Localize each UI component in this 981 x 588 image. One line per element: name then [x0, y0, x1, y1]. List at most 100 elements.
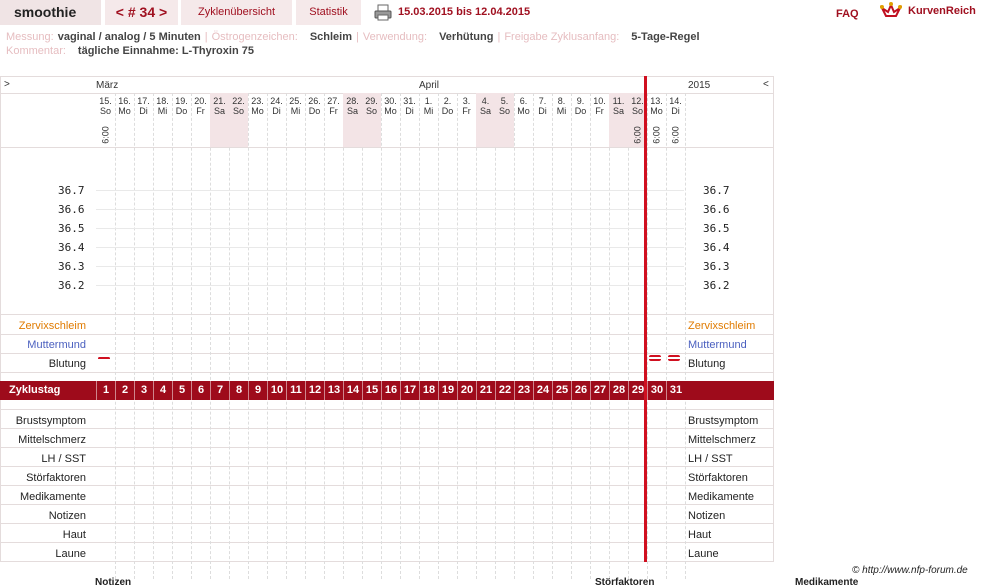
day-weekday: Sa	[213, 106, 225, 116]
month-april: April	[419, 80, 440, 91]
day-number: 20.	[194, 96, 207, 106]
symptom-row-label-right: Brustsymptom	[688, 415, 759, 427]
day-header: 23. Mo	[248, 96, 267, 116]
freigabe-value: 5-Tage-Regel	[631, 31, 700, 43]
crown-icon	[880, 2, 902, 17]
day-header: 19. Do	[172, 96, 191, 116]
temp-gridline	[96, 285, 684, 286]
day-header: 17. Di	[134, 96, 153, 116]
day-weekday: Fr	[462, 106, 471, 116]
faq-link[interactable]: FAQ	[836, 8, 859, 20]
symptom-row-label: LH / SST	[41, 453, 86, 465]
cycle-day-number: 15	[362, 381, 381, 400]
measure-time: 6:00	[632, 126, 643, 144]
day-header: 31. Di	[400, 96, 419, 116]
cycle-day-number: 11	[286, 381, 305, 400]
day-weekday: So	[365, 106, 377, 116]
bleeding-mark[interactable]	[668, 355, 680, 361]
temp-gridline	[96, 190, 684, 191]
temp-label: 36.2	[58, 279, 85, 292]
day-weekday: Sa	[346, 106, 358, 116]
cycle-day-number: 26	[571, 381, 590, 400]
day-gridline	[628, 93, 629, 579]
row-label-zervixschleim-right: Zervixschleim	[688, 320, 756, 332]
day-weekday: Mo	[384, 106, 397, 116]
day-header: 27. Fr	[324, 96, 343, 116]
date-range: 15.03.2015 bis 12.04.2015	[398, 6, 531, 18]
day-header: 22. So	[229, 96, 248, 116]
day-number: 24.	[270, 96, 283, 106]
day-number: 7.	[538, 96, 547, 106]
meta-line-2: Kommentar: tägliche Einnahme: L-Thyroxin …	[6, 45, 254, 57]
cycle-day-number: 1	[96, 381, 115, 400]
day-gridline	[115, 93, 116, 579]
day-weekday: Di	[405, 106, 414, 116]
oestrogen-key: Östrogenzeichen:	[211, 31, 298, 43]
day-gridline	[248, 93, 249, 579]
day-gridline	[495, 93, 496, 579]
day-gridline	[343, 93, 344, 579]
bleeding-mark[interactable]	[98, 357, 110, 360]
tab-statistik[interactable]: Statistik	[296, 0, 361, 25]
brand-logo[interactable]: KurvenReich	[908, 5, 976, 17]
day-header: 29. So	[362, 96, 381, 116]
day-gridline	[362, 93, 363, 579]
day-weekday: Mi	[423, 106, 434, 116]
cycle-day-number: 31	[666, 381, 685, 400]
cycle-day-number: 27	[590, 381, 609, 400]
symptom-row-label: Medikamente	[19, 491, 86, 503]
day-number: 21.	[213, 96, 226, 106]
month-maerz: März	[96, 80, 119, 91]
bleeding-mark[interactable]	[649, 355, 661, 361]
day-header: 5. So	[495, 96, 514, 116]
cycle-navigator[interactable]: < # 34 >	[105, 0, 178, 25]
cycle-day-number: 2	[115, 381, 134, 400]
day-number: 6.	[519, 96, 528, 106]
day-number: 23.	[251, 96, 264, 106]
symptom-row-label: Brustsymptom	[15, 415, 86, 427]
day-weekday: Mi	[290, 106, 301, 116]
cycle-day-number: 12	[305, 381, 324, 400]
print-icon[interactable]	[374, 4, 392, 21]
temp-label-right: 36.3	[703, 260, 730, 273]
tab-zyklenuebersicht[interactable]: Zyklenübersicht	[181, 0, 292, 25]
day-header: 26. Do	[305, 96, 324, 116]
day-gridline	[666, 93, 667, 579]
cycle-day-number: 17	[400, 381, 419, 400]
cycle-day-number: 8	[229, 381, 248, 400]
kommentar-key: Kommentar:	[6, 45, 66, 57]
day-gridline	[134, 93, 135, 579]
day-weekday: Do	[175, 106, 188, 116]
day-gridline	[514, 93, 515, 579]
day-weekday: So	[232, 106, 244, 116]
cycle-day-number: 22	[495, 381, 514, 400]
temp-label: 36.4	[58, 241, 85, 254]
scroll-right-button[interactable]: <	[763, 79, 769, 90]
day-gridline	[552, 93, 553, 579]
cycle-day-number: 19	[438, 381, 457, 400]
day-weekday: Mo	[118, 106, 131, 116]
row-label-muttermund-right: Muttermund	[688, 339, 747, 351]
day-gridline	[476, 93, 477, 579]
scroll-left-button[interactable]: >	[4, 79, 10, 90]
day-weekday: Fr	[595, 106, 604, 116]
day-gridline	[324, 93, 325, 579]
day-weekday: Fr	[329, 106, 338, 116]
day-header: 6. Mo	[514, 96, 533, 116]
day-number: 31.	[403, 96, 416, 106]
day-weekday: Do	[441, 106, 454, 116]
day-weekday: Sa	[479, 106, 491, 116]
cycle-day-number: 6	[191, 381, 210, 400]
day-gridline	[381, 93, 382, 579]
verwendung-value: Verhütung	[439, 31, 494, 43]
cycle-chart: > < März April 2015 15. So 6:00 16. Mo 17. Di 1…	[0, 76, 774, 579]
day-weekday: Mo	[517, 106, 530, 116]
day-header: 2. Do	[438, 96, 457, 116]
day-gridline	[457, 93, 458, 579]
day-header: 28. Sa	[343, 96, 362, 116]
day-gridline	[533, 93, 534, 579]
cycle-day-number: 28	[609, 381, 628, 400]
year-label: 2015	[688, 80, 711, 91]
day-weekday: Sa	[612, 106, 624, 116]
day-header: 9. Do	[571, 96, 590, 116]
